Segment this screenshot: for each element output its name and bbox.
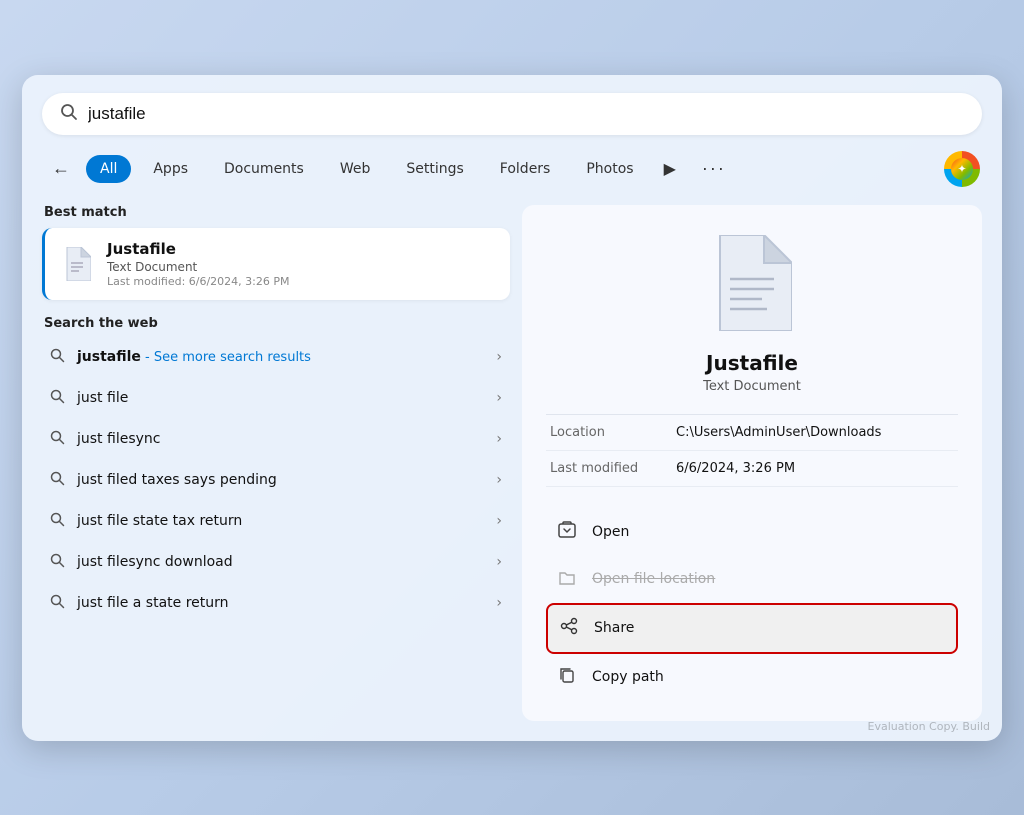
- modified-value: 6/6/2024, 3:26 PM: [676, 461, 795, 476]
- web-item[interactable]: just file a state return ›: [42, 583, 510, 624]
- chevron-right-icon: ›: [496, 554, 502, 570]
- web-search-icon: [50, 553, 65, 572]
- web-item[interactable]: just file ›: [42, 378, 510, 419]
- web-search-icon: [50, 594, 65, 613]
- web-item[interactable]: just filesync ›: [42, 419, 510, 460]
- web-item[interactable]: just filed taxes says pending ›: [42, 460, 510, 501]
- watermark: Evaluation Copy. Build: [868, 720, 990, 733]
- actions-list: Open Open file location: [546, 509, 958, 701]
- share-label: Share: [594, 620, 634, 636]
- web-item-text: just filesync: [77, 431, 484, 447]
- filter-photos[interactable]: Photos: [572, 155, 647, 183]
- best-match-label: Best match: [42, 205, 510, 220]
- share-action[interactable]: Share: [546, 603, 958, 654]
- file-preview-type: Text Document: [703, 379, 801, 394]
- open-icon: [556, 521, 578, 544]
- web-search-icon: [50, 471, 65, 490]
- filter-apps[interactable]: Apps: [139, 155, 202, 183]
- main-content: Best match Justafile Text Document Last …: [42, 205, 982, 721]
- file-meta-table: Location C:\Users\AdminUser\Downloads La…: [546, 414, 958, 487]
- chevron-right-icon: ›: [496, 390, 502, 406]
- file-preview-icon: [712, 235, 792, 335]
- svg-text:✦: ✦: [957, 162, 966, 175]
- filter-web[interactable]: Web: [326, 155, 385, 183]
- play-button[interactable]: ▶: [656, 155, 684, 183]
- web-search-label: Search the web: [42, 316, 510, 331]
- item-title: Justafile: [107, 240, 290, 258]
- copy-path-label: Copy path: [592, 669, 664, 685]
- chevron-right-icon: ›: [496, 513, 502, 529]
- file-meta-location: Location C:\Users\AdminUser\Downloads: [546, 415, 958, 451]
- location-label: Location: [550, 425, 660, 440]
- web-items-list: justafile - See more search results › ju…: [42, 337, 510, 624]
- chevron-right-icon: ›: [496, 472, 502, 488]
- item-subtitle: Text Document: [107, 260, 290, 274]
- file-icon: [59, 246, 95, 282]
- web-item[interactable]: just filesync download ›: [42, 542, 510, 583]
- filter-folders[interactable]: Folders: [486, 155, 565, 183]
- right-panel: Justafile Text Document Location C:\User…: [522, 205, 982, 721]
- web-item-text: just file a state return: [77, 595, 484, 611]
- file-preview-name: Justafile: [706, 351, 798, 375]
- web-item[interactable]: justafile - See more search results ›: [42, 337, 510, 378]
- web-item-text: just file: [77, 390, 484, 406]
- chevron-right-icon: ›: [496, 349, 502, 365]
- more-button[interactable]: ···: [694, 154, 734, 183]
- search-input[interactable]: [88, 104, 964, 124]
- search-icon: [60, 103, 78, 125]
- web-search-icon: [50, 389, 65, 408]
- filter-all[interactable]: All: [86, 155, 131, 183]
- modified-label: Last modified: [550, 461, 660, 476]
- copy-path-action[interactable]: Copy path: [546, 654, 958, 701]
- open-action[interactable]: Open: [546, 509, 958, 556]
- filter-bar: ← All Apps Documents Web Settings Folder…: [42, 151, 982, 187]
- file-meta-modified: Last modified 6/6/2024, 3:26 PM: [546, 451, 958, 487]
- location-value: C:\Users\AdminUser\Downloads: [676, 425, 881, 440]
- copilot-button[interactable]: ✦: [944, 151, 980, 187]
- back-button[interactable]: ←: [44, 154, 78, 183]
- left-panel: Best match Justafile Text Document Last …: [42, 205, 510, 721]
- chevron-right-icon: ›: [496, 595, 502, 611]
- item-meta: Last modified: 6/6/2024, 3:26 PM: [107, 275, 290, 288]
- folder-icon: [556, 568, 578, 591]
- web-item-text: just filesync download: [77, 554, 484, 570]
- web-search-icon: [50, 512, 65, 531]
- chevron-right-icon: ›: [496, 431, 502, 447]
- filter-settings[interactable]: Settings: [392, 155, 477, 183]
- web-item-text: just filed taxes says pending: [77, 472, 484, 488]
- best-match-info: Justafile Text Document Last modified: 6…: [107, 240, 290, 288]
- web-search-icon: [50, 348, 65, 367]
- best-match-item[interactable]: Justafile Text Document Last modified: 6…: [42, 228, 510, 300]
- open-location-action[interactable]: Open file location: [546, 556, 958, 603]
- web-item-text: justafile - See more search results: [77, 349, 484, 365]
- share-icon: [558, 617, 580, 640]
- open-label: Open: [592, 524, 629, 540]
- copy-icon: [556, 666, 578, 689]
- web-search-icon: [50, 430, 65, 449]
- filter-documents[interactable]: Documents: [210, 155, 318, 183]
- web-item[interactable]: just file state tax return ›: [42, 501, 510, 542]
- open-location-label: Open file location: [592, 571, 715, 587]
- search-bar: [42, 93, 982, 135]
- web-item-text: just file state tax return: [77, 513, 484, 529]
